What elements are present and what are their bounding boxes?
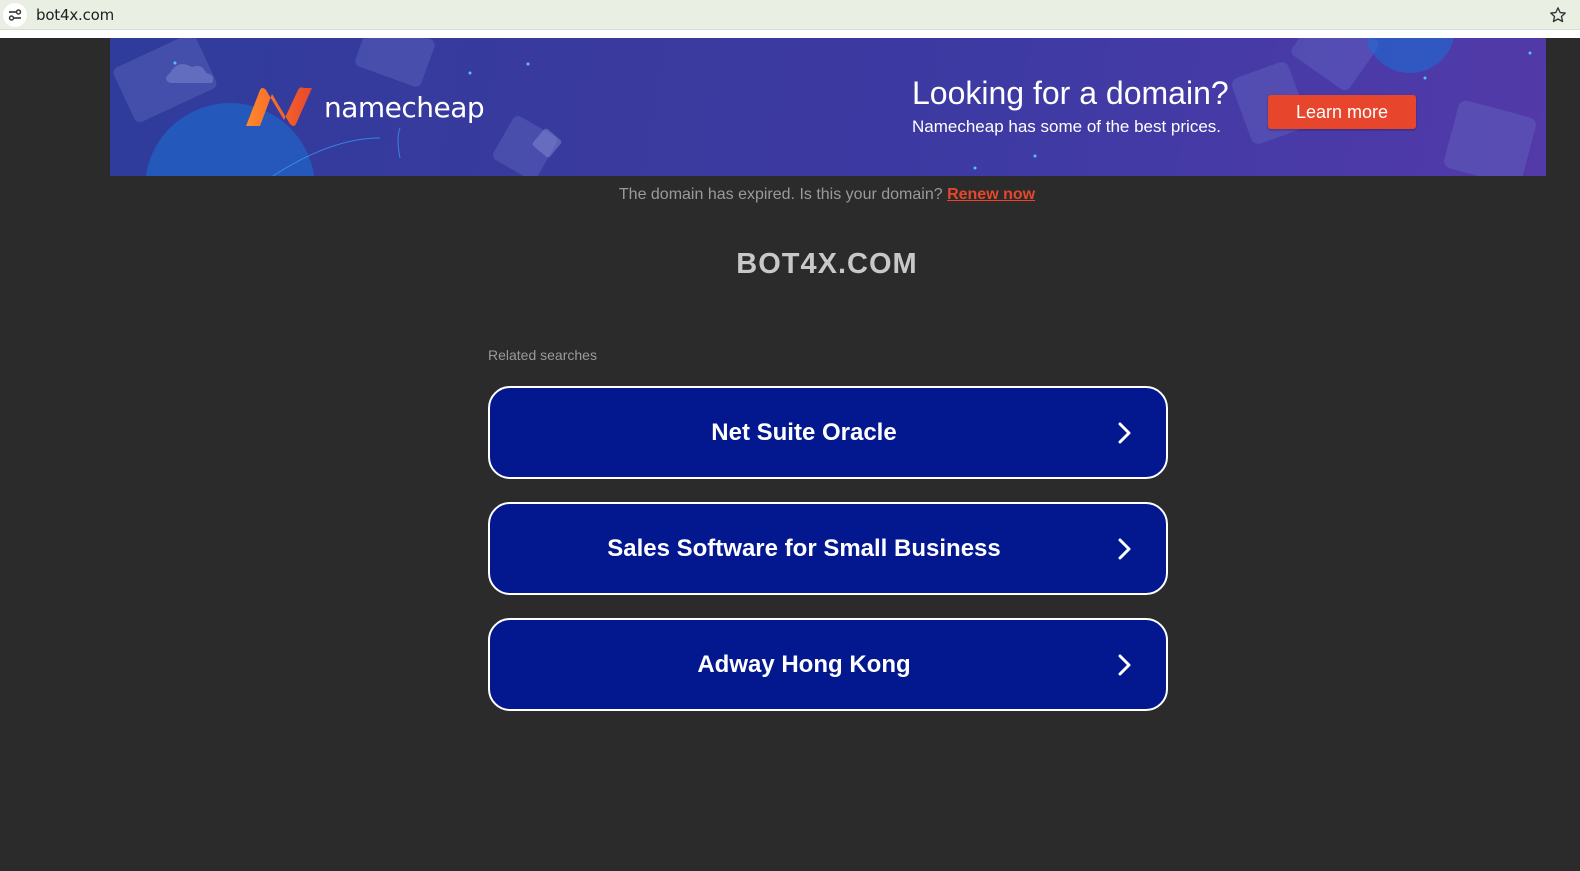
chevron-right-icon [1114, 654, 1136, 676]
bookmark-star-icon[interactable] [1548, 5, 1568, 25]
learn-more-button[interactable]: Learn more [1268, 95, 1416, 129]
expired-notice-text: The domain has expired. Is this your dom… [618, 186, 943, 203]
chevron-right-icon [1114, 422, 1136, 444]
related-search-button[interactable]: Adway Hong Kong [488, 618, 1168, 711]
promo-headline: Looking for a domain? [912, 75, 1229, 111]
renew-now-link[interactable]: Renew now [947, 186, 1035, 203]
domain-title: BOT4X.COM [736, 248, 918, 280]
chevron-right-icon [1114, 538, 1136, 560]
related-search-button[interactable]: Net Suite Oracle [488, 386, 1168, 479]
namecheap-logo: namecheap [244, 86, 485, 128]
content-top-edge [0, 30, 1580, 38]
site-info-icon[interactable] [3, 3, 27, 27]
url-text[interactable]: bot4x.com [36, 6, 114, 24]
related-search-button[interactable]: Sales Software for Small Business [488, 502, 1168, 595]
namecheap-logo-icon [246, 87, 312, 126]
related-search-label: Adway Hong Kong [697, 650, 911, 678]
browser-address-bar: bot4x.com [0, 0, 1580, 30]
namecheap-wordmark: namecheap [324, 90, 485, 124]
namecheap-banner[interactable]: namecheap Looking for a domain? Namechea… [110, 38, 1546, 176]
expired-notice: The domain has expired. Is this your dom… [0, 186, 1580, 204]
related-search-label: Net Suite Oracle [711, 418, 897, 446]
related-search-label: Sales Software for Small Business [607, 534, 1001, 562]
promo-subline: Namecheap has some of the best prices. [912, 117, 1221, 136]
related-searches-label: Related searches [488, 347, 597, 363]
